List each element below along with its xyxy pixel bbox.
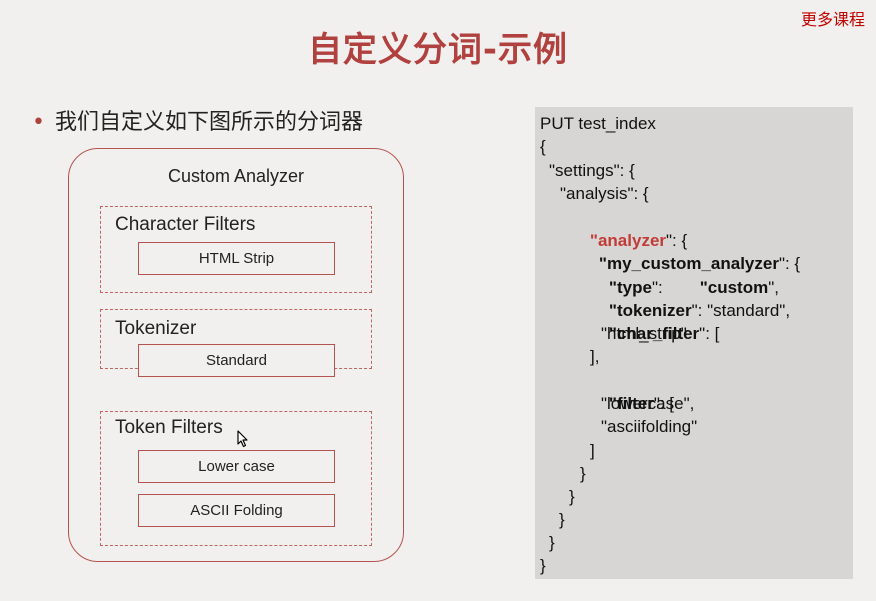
code-line: "asciifolding" [601, 417, 698, 436]
code-line: "settings": { [549, 161, 635, 180]
code-line: } [549, 533, 555, 552]
code-panel: PUT test_index { "settings": { "analysis… [535, 107, 853, 579]
stage-tokenizer: Tokenizer Standard [100, 309, 372, 377]
code-line: { [540, 137, 546, 156]
bullet-point: • 我们自定义如下图所示的分词器 [32, 104, 363, 136]
stage-label: Tokenizer [115, 318, 197, 339]
code-line: } [540, 556, 546, 575]
code-line: "html_strip" [601, 324, 687, 343]
code-line: "analysis": { [560, 184, 649, 203]
custom-analyzer-diagram: Custom Analyzer Character Filters HTML S… [68, 148, 404, 562]
stage-token-filters: Token Filters Lower case ASCII Folding [100, 411, 372, 546]
component-html-strip: HTML Strip [138, 242, 335, 275]
slide-title-text: 自定义分词-示例 [307, 30, 569, 70]
analyzer-title: Custom Analyzer [167, 166, 305, 186]
component-standard: Standard [138, 344, 335, 377]
code-line: } [569, 487, 575, 506]
code-rest: ": [ [699, 324, 720, 343]
bullet-text: 我们自定义如下图所示的分词器 [54, 110, 363, 135]
code-rest: ": { [778, 254, 801, 273]
stage-character-filters: Character Filters HTML Strip [100, 206, 372, 293]
component-lower-case: Lower case [138, 450, 335, 483]
slide-title: 自定义分词-示例 [0, 22, 876, 71]
code-line: } [559, 510, 565, 529]
code-line: ] [590, 441, 595, 460]
stage-label: Token Filters [115, 417, 223, 438]
code-line: "lowercase", [601, 394, 695, 413]
code-line: PUT test_index [540, 114, 656, 133]
code-line: ], [590, 347, 600, 366]
stage-label: Character Filters [115, 214, 256, 235]
mouse-cursor-icon [237, 430, 248, 448]
bullet-dot-icon: • [32, 110, 45, 135]
code-line: } [580, 464, 586, 483]
component-ascii-folding: ASCII Folding [138, 494, 335, 527]
